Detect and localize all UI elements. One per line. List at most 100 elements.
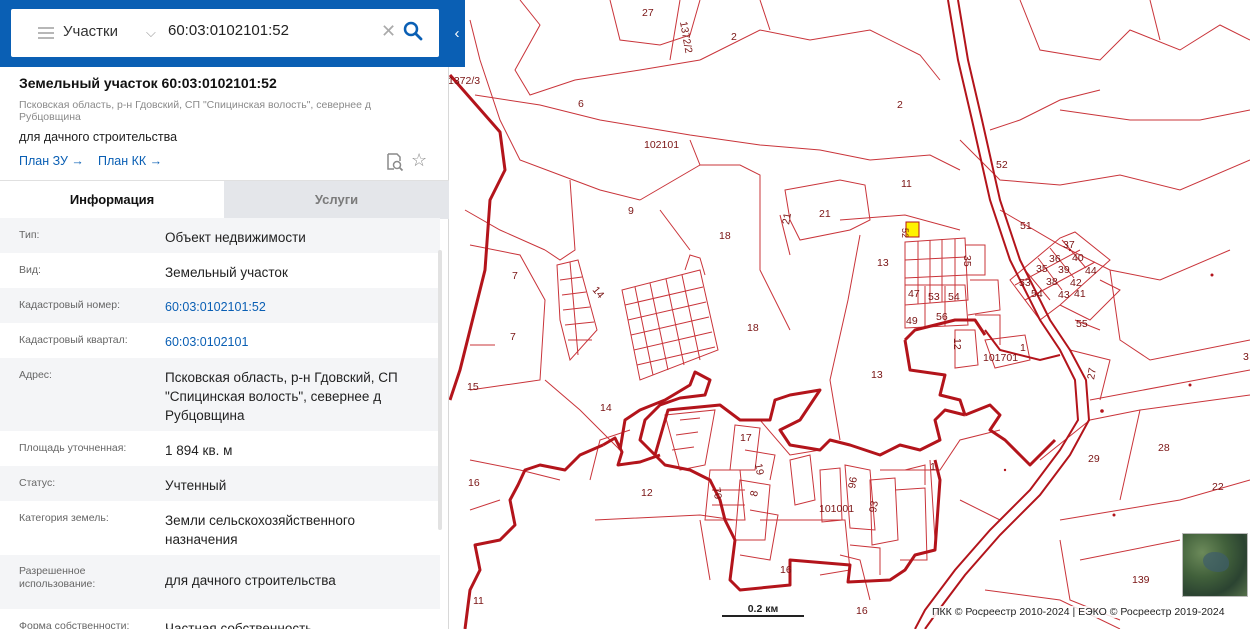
- svg-text:3: 3: [1243, 351, 1249, 363]
- info-table: Тип: Объект недвижимости Вид: Земельный уча…: [0, 218, 440, 629]
- svg-text:15: 15: [467, 381, 479, 393]
- svg-text:54: 54: [948, 291, 960, 303]
- svg-text:102101: 102101: [644, 139, 679, 151]
- tabs: Информация Услуги: [0, 180, 449, 219]
- svg-text:21: 21: [780, 212, 794, 226]
- info-row: Кадастровый номер: 60:03:0102101:52: [0, 288, 440, 323]
- svg-text:16: 16: [780, 564, 792, 576]
- clear-icon[interactable]: ✕: [381, 21, 396, 42]
- svg-text:101701: 101701: [983, 352, 1018, 364]
- svg-text:52: 52: [996, 159, 1008, 171]
- star-icon[interactable]: ☆: [411, 150, 427, 171]
- info-value: Учтенный: [165, 478, 227, 493]
- info-row: Категория земель: Земли сельскохозяйствен…: [0, 501, 440, 555]
- svg-text:1: 1: [930, 461, 936, 473]
- svg-text:38: 38: [1046, 276, 1058, 288]
- svg-text:54: 54: [1031, 288, 1043, 300]
- info-key: Разрешенное использование:: [19, 565, 96, 590]
- scrollbar[interactable]: [438, 250, 442, 530]
- search-input[interactable]: [168, 22, 368, 39]
- info-key: Форма собственности:: [19, 620, 130, 629]
- svg-text:47: 47: [908, 288, 920, 300]
- svg-text:53: 53: [1019, 277, 1031, 289]
- info-key: Статус:: [19, 477, 56, 489]
- svg-text:2: 2: [731, 31, 737, 43]
- svg-text:14: 14: [600, 402, 612, 414]
- svg-text:43: 43: [1058, 289, 1070, 301]
- document-search-icon[interactable]: [385, 152, 405, 172]
- info-value-link[interactable]: 60:03:0102101:52: [165, 298, 430, 317]
- info-value: Объект недвижимости: [165, 230, 306, 245]
- svg-text:14: 14: [590, 284, 607, 301]
- search-box: Участки ⌵ ✕: [11, 9, 439, 57]
- svg-text:93: 93: [867, 500, 881, 514]
- info-value: Земельный участок: [165, 265, 288, 280]
- scale-label: 0.2 км: [747, 603, 779, 615]
- svg-text:44: 44: [1085, 265, 1097, 277]
- svg-text:27: 27: [642, 7, 654, 19]
- svg-text:12: 12: [641, 487, 653, 499]
- info-key: Кадастровый номер:: [19, 299, 121, 311]
- map-attribution: ПКК © Росреестр 2010-2024 | ЕЭКО © Росре…: [930, 606, 1227, 618]
- info-key: Адрес:: [19, 369, 52, 381]
- svg-text:35: 35: [961, 255, 973, 267]
- svg-text:37: 37: [1063, 239, 1075, 251]
- svg-text:9: 9: [628, 205, 634, 217]
- search-type-select[interactable]: Участки: [63, 23, 118, 40]
- search-header: Участки ⌵ ✕: [0, 0, 449, 67]
- svg-text:39: 39: [1058, 264, 1070, 276]
- svg-text:7: 7: [510, 331, 516, 343]
- info-value: Земли сельскохозяйственного назначения: [165, 513, 356, 547]
- info-row: Площадь уточненная: 1 894 кв. м: [0, 431, 440, 466]
- tab-info[interactable]: Информация: [0, 181, 224, 219]
- svg-text:6: 6: [578, 98, 584, 110]
- info-key: Площадь уточненная:: [19, 442, 127, 454]
- svg-text:55: 55: [1076, 318, 1088, 330]
- svg-text:29: 29: [1088, 453, 1100, 465]
- map-scale: 0.2 км: [722, 603, 804, 617]
- plan-kk-link[interactable]: План КК →: [98, 154, 162, 168]
- object-address: Псковская область, р-н Гдовский, СП "Спи…: [19, 99, 372, 123]
- info-key: Вид:: [19, 264, 41, 276]
- svg-text:16: 16: [468, 477, 480, 489]
- info-value: 1 894 кв. м: [165, 443, 233, 458]
- menu-icon[interactable]: [24, 23, 68, 43]
- svg-text:53: 53: [928, 291, 940, 303]
- info-row: Статус: Учтенный: [0, 466, 440, 501]
- chevron-down-icon[interactable]: ⌵: [146, 25, 156, 41]
- info-row: Вид: Земельный участок: [0, 253, 440, 288]
- info-value-link[interactable]: 60:03:0102101: [165, 333, 430, 352]
- svg-text:19: 19: [752, 462, 766, 476]
- info-value: для дачного строительства: [165, 573, 336, 588]
- basemap-switcher[interactable]: [1182, 533, 1248, 597]
- svg-text:21: 21: [819, 208, 831, 220]
- svg-text:11: 11: [901, 178, 912, 190]
- info-value: Частная собственность: [165, 621, 313, 629]
- plan-zu-link[interactable]: План ЗУ →: [19, 154, 84, 168]
- svg-text:51: 51: [1020, 220, 1032, 232]
- info-row: Адрес: Псковская область, р-н Гдовский, С…: [0, 358, 440, 431]
- info-row: Форма собственности: Частная собственност…: [0, 609, 440, 629]
- svg-text:18: 18: [719, 230, 731, 242]
- svg-text:13: 13: [871, 369, 883, 381]
- svg-text:2: 2: [897, 99, 903, 111]
- svg-text:96: 96: [846, 476, 860, 490]
- info-row: Тип: Объект недвижимости: [0, 218, 440, 253]
- svg-text:139: 139: [1132, 574, 1150, 586]
- info-key: Тип:: [19, 229, 40, 241]
- svg-text:49: 49: [906, 315, 918, 327]
- search-icon[interactable]: [403, 21, 423, 43]
- svg-text:8: 8: [748, 490, 761, 498]
- tab-services[interactable]: Услуги: [224, 181, 449, 219]
- svg-text:13: 13: [877, 257, 889, 269]
- svg-text:16: 16: [856, 605, 868, 617]
- svg-text:17: 17: [740, 432, 752, 444]
- svg-text:52: 52: [900, 228, 910, 238]
- svg-text:28: 28: [1158, 442, 1170, 454]
- svg-text:1372/2: 1372/2: [677, 20, 694, 54]
- svg-text:7: 7: [512, 270, 518, 282]
- svg-text:41: 41: [1074, 288, 1086, 300]
- collapse-panel-icon[interactable]: ‹: [449, 0, 465, 67]
- info-panel: Участки ⌵ ✕ Земельный участок 60:03:0102…: [0, 0, 449, 629]
- info-row: Разрешенное использование: для дачного ст…: [0, 555, 440, 609]
